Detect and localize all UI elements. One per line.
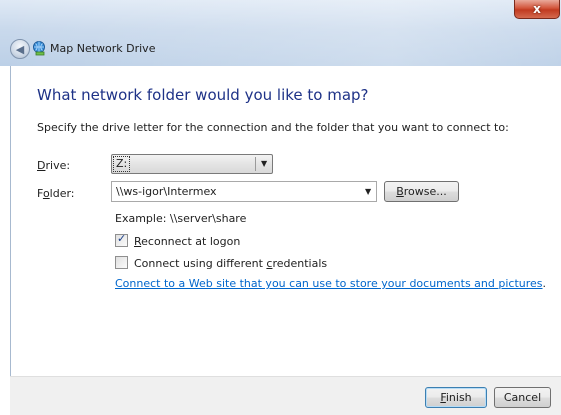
drive-value: Z:: [112, 156, 131, 172]
reconnect-label[interactable]: Reconnect at logon: [134, 235, 240, 248]
reconnect-checkbox[interactable]: ✓: [115, 232, 128, 247]
cancel-button[interactable]: Cancel: [494, 387, 551, 408]
chevron-down-icon[interactable]: ▼: [365, 187, 371, 196]
check-icon: ✓: [117, 232, 127, 245]
network-drive-icon: [33, 41, 45, 56]
folder-label: Folder:: [37, 187, 75, 200]
window-title: Map Network Drive: [50, 42, 156, 55]
folder-input[interactable]: \\ws-igor\Intermex ▼: [111, 181, 377, 202]
close-icon: x: [533, 2, 541, 16]
dialog-content: [10, 66, 561, 414]
page-heading: What network folder would you like to ma…: [37, 86, 369, 104]
finish-button[interactable]: Finish: [425, 387, 487, 408]
folder-value: \\ws-igor\Intermex: [116, 185, 217, 198]
drive-label: Drive:: [37, 159, 71, 172]
browse-button[interactable]: Browse...: [384, 181, 459, 202]
chevron-down-icon: ▼: [261, 159, 268, 168]
credentials-checkbox[interactable]: [115, 256, 128, 269]
page-description: Specify the drive letter for the connect…: [37, 121, 509, 134]
web-site-link[interactable]: Connect to a Web site that you can use t…: [115, 277, 546, 290]
drive-select[interactable]: Z: ▼: [111, 154, 273, 174]
back-arrow-icon: ◀: [15, 42, 25, 56]
nav-row: ◀: [10, 38, 30, 60]
back-button[interactable]: ◀: [10, 39, 30, 59]
close-button[interactable]: x: [514, 0, 560, 19]
credentials-label[interactable]: Connect using different credentials: [134, 257, 327, 270]
drive-select-divider: [255, 157, 256, 171]
frame-glass: [0, 0, 561, 66]
example-text: Example: \\server\share: [115, 212, 247, 225]
